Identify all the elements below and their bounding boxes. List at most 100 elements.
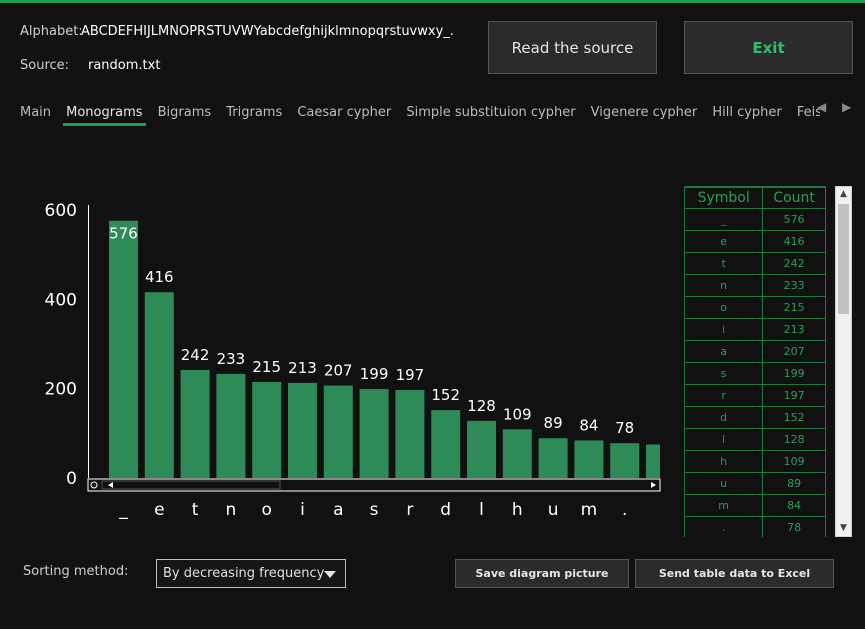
x-tick-label: n — [226, 500, 237, 520]
alphabet-label: Alphabet: — [20, 24, 83, 39]
x-tick-label: _ — [118, 500, 128, 520]
tab-main[interactable]: Main — [20, 105, 51, 126]
table-row[interactable]: d 152 — [684, 406, 826, 429]
tab-vigenere-cypher[interactable]: Vigenere cypher — [591, 105, 698, 126]
table-cell-count: 89 — [762, 472, 826, 495]
save-diagram-button[interactable]: Save diagram picture — [455, 559, 629, 588]
bar-value-label: 109 — [503, 405, 532, 423]
table-row[interactable]: . 78 — [684, 516, 826, 537]
table-cell-symbol: d — [684, 406, 764, 429]
x-tick-label: r — [406, 500, 413, 520]
bar — [467, 420, 496, 478]
table-cell-symbol: t — [684, 252, 764, 275]
table-cell-count: 233 — [762, 274, 826, 297]
bar — [288, 382, 317, 478]
bar-value-label: 215 — [252, 358, 281, 376]
bar — [359, 389, 389, 478]
table-cell-symbol: a — [684, 340, 764, 363]
table-header-symbol: Symbol — [684, 187, 764, 209]
bar-value-label: 89 — [544, 414, 563, 432]
x-tick-label: a — [333, 500, 343, 520]
exit-button[interactable]: Exit — [684, 21, 853, 74]
tab-hill-cypher[interactable]: Hill cypher — [712, 105, 781, 126]
tab-trigrams[interactable]: Trigrams — [226, 105, 282, 126]
table-row[interactable]: a 207 — [684, 340, 826, 363]
table-cell-count: 215 — [762, 296, 826, 319]
table-row[interactable]: r 197 — [684, 384, 826, 407]
sorting-method-select[interactable]: By decreasing frequency — [156, 559, 346, 588]
chevron-down-icon — [324, 571, 336, 578]
tab-monograms[interactable]: Monograms — [63, 105, 146, 126]
bar-value-label: 207 — [324, 362, 353, 380]
table-cell-count: 213 — [762, 318, 826, 341]
bar — [323, 385, 353, 478]
table-row[interactable]: h 109 — [684, 450, 826, 473]
scrollbar-thumb[interactable] — [838, 204, 849, 314]
table-row[interactable]: s 199 — [684, 362, 826, 385]
alphabet-value: ABCDEFHIJLMNOPRSTUVWYabcdefghijklmnopqrs… — [81, 24, 454, 39]
table-cell-symbol: s — [684, 362, 764, 385]
table-cell-symbol: n — [684, 274, 764, 297]
table-cell-symbol: _ — [684, 208, 764, 231]
scroll-up-icon[interactable]: ▲ — [836, 187, 851, 202]
x-tick-label: l — [479, 500, 484, 520]
table-cell-symbol: r — [684, 384, 764, 407]
x-tick-label: i — [300, 500, 305, 520]
table-row[interactable]: n 233 — [684, 274, 826, 297]
x-tick-label: t — [192, 500, 199, 520]
bar-value-label: 128 — [467, 397, 496, 415]
table-row[interactable]: l 128 — [684, 428, 826, 451]
tab-bigrams[interactable]: Bigrams — [158, 105, 212, 126]
x-tick-label: d — [440, 500, 451, 520]
tab-simple-substitution-cypher[interactable]: Simple substituion cypher — [406, 105, 575, 126]
table-cell-symbol: e — [684, 230, 764, 253]
sorting-method-label: Sorting method: — [23, 564, 129, 579]
table-cell-count: 416 — [762, 230, 826, 253]
table-scrollbar[interactable]: ▲ ▼ — [835, 186, 852, 537]
x-tick-label: u — [548, 500, 559, 520]
bar — [180, 369, 210, 478]
table-row[interactable]: e 416 — [684, 230, 826, 253]
read-source-button[interactable]: Read the source — [488, 21, 657, 74]
scroll-down-icon[interactable]: ▼ — [836, 521, 851, 536]
bar — [216, 373, 246, 478]
table-cell-symbol: m — [684, 494, 764, 517]
bar-value-label: 152 — [431, 386, 460, 404]
x-tick-label: o — [261, 500, 271, 520]
tab-bar: Main Monograms Bigrams Trigrams Caesar c… — [20, 101, 820, 129]
bar-value-label: 84 — [579, 416, 598, 434]
table-row[interactable]: o 215 — [684, 296, 826, 319]
bar — [252, 381, 282, 478]
bar-partial — [646, 444, 660, 478]
table-row[interactable]: t 242 — [684, 252, 826, 275]
table-row[interactable]: u 89 — [684, 472, 826, 495]
chart-scrollbar-thumb[interactable] — [101, 480, 281, 490]
bar — [610, 443, 640, 478]
frequency-chart: 0 200 400 600 576 _ 416 e 242 t 233 n 215 o 213 i 207 a 19… — [45, 201, 661, 520]
y-tick-label: 0 — [66, 469, 77, 489]
send-to-excel-button[interactable]: Send table data to Excel — [635, 559, 834, 588]
tab-scroll-right-icon[interactable]: ▶ — [842, 100, 851, 114]
table-cell-count: 109 — [762, 450, 826, 473]
tab-scroll-left-icon[interactable]: ◀ — [817, 100, 826, 114]
x-tick-label: . — [622, 500, 627, 520]
table-cell-count: 242 — [762, 252, 826, 275]
x-tick-label: h — [512, 500, 523, 520]
bar — [574, 440, 604, 478]
table-cell-symbol: i — [684, 318, 764, 341]
bar-value-label: 213 — [288, 359, 317, 377]
table-row[interactable]: _ 576 — [684, 208, 826, 231]
y-tick-label: 200 — [45, 380, 77, 400]
table-cell-count: 197 — [762, 384, 826, 407]
x-tick-label: m — [581, 500, 598, 520]
bar — [431, 410, 461, 478]
tab-caesar-cypher[interactable]: Caesar cypher — [297, 105, 391, 126]
bar — [109, 220, 138, 478]
bar-value-label: 199 — [360, 365, 389, 383]
table-cell-symbol: l — [684, 428, 764, 451]
bar-value-label: 576 — [109, 225, 138, 243]
table-row[interactable]: i 213 — [684, 318, 826, 341]
table-row[interactable]: m 84 — [684, 494, 826, 517]
frequency-table: Symbol Count _ 576 e 416 t 242 n 233 o 215 i 213 a 20… — [684, 186, 826, 537]
bar — [395, 390, 425, 478]
